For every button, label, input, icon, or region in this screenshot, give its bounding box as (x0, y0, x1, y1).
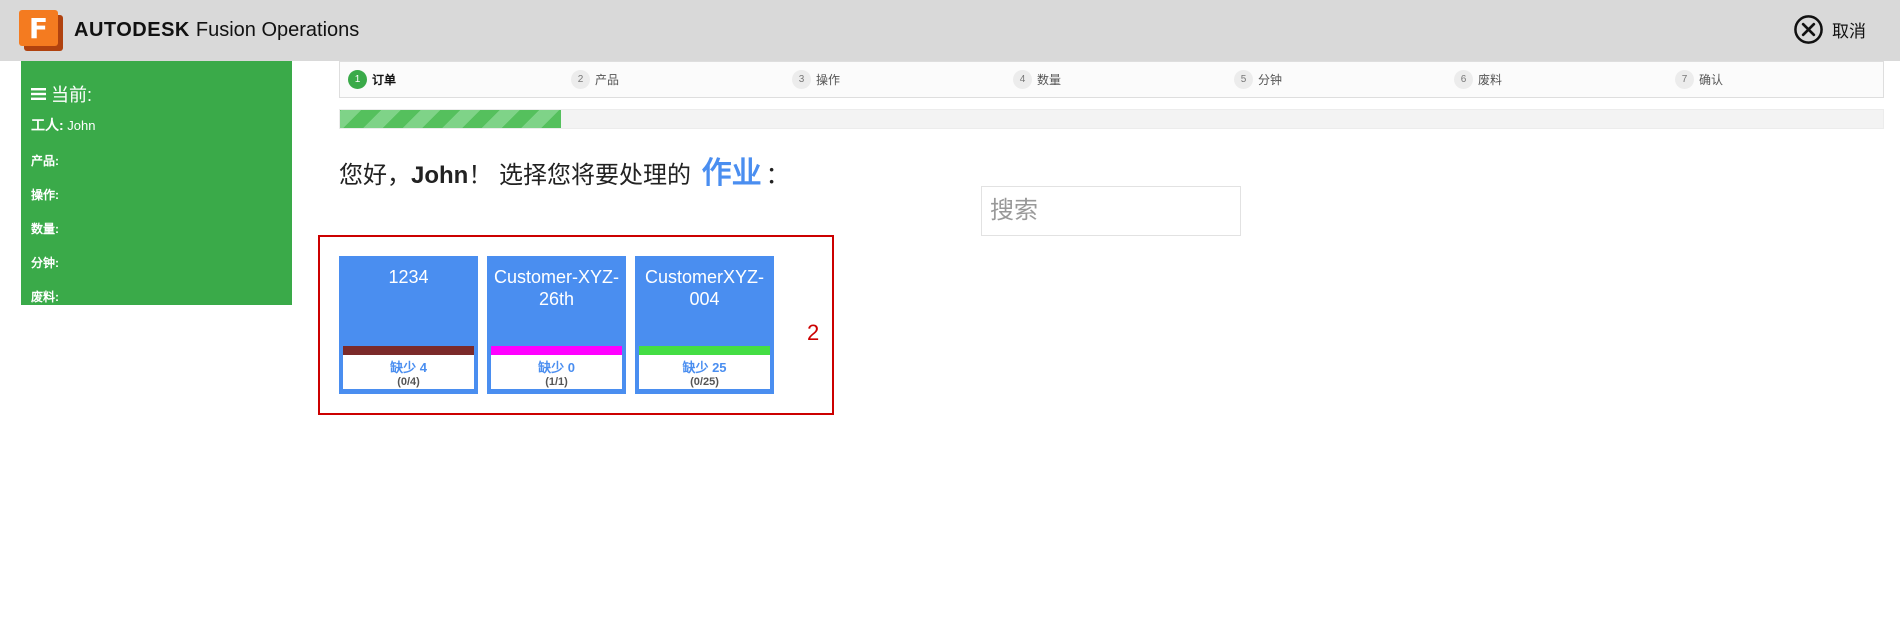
close-circle-icon (1794, 15, 1823, 44)
minutes-field: 分钟: (31, 256, 59, 270)
operation-field: 操作: (31, 188, 59, 202)
worker-row: 工人: John (31, 115, 282, 135)
job-card-footer: 缺少 4 (0/4) (343, 355, 474, 389)
step-product[interactable]: 2 产品 (571, 70, 619, 89)
step-quantity[interactable]: 4 数量 (1013, 70, 1061, 89)
fusion-logo-icon: F (19, 10, 63, 51)
step-number: 2 (571, 70, 590, 89)
progress-fill (340, 110, 561, 128)
search-input[interactable] (981, 186, 1241, 236)
job-card-status-bar (343, 346, 474, 355)
step-label: 产品 (595, 73, 620, 87)
step-label: 数量 (1037, 73, 1062, 87)
job-card-ratio: (0/4) (397, 376, 420, 388)
step-number: 5 (1234, 70, 1253, 89)
job-card-footer: 缺少 0 (1/1) (491, 355, 622, 389)
greeting-text: 您好，John！ 选择您将要处理的 作业： (339, 148, 790, 192)
cancel-label: 取消 (1832, 22, 1866, 41)
step-label: 订单 (372, 73, 397, 87)
greeting-end: ： (765, 162, 790, 189)
step-label: 确认 (1699, 73, 1724, 87)
wizard-steps: 1 订单 2 产品 3 操作 4 数量 5 分钟 6 废料 7 确认 (339, 61, 1884, 98)
menu-icon (31, 88, 46, 100)
step-number: 6 (1454, 70, 1473, 89)
worker-name: John (67, 118, 96, 133)
step-label: 分钟 (1258, 73, 1283, 87)
job-card-footer: 缺少 25 (0/25) (639, 355, 770, 389)
job-card-ratio: (1/1) (545, 376, 568, 388)
step-number: 1 (348, 70, 367, 89)
step-scrap[interactable]: 6 废料 (1454, 70, 1502, 89)
job-card-missing: 缺少 4 (390, 360, 427, 375)
step-number: 3 (792, 70, 811, 89)
step-operation[interactable]: 3 操作 (792, 70, 840, 89)
greeting-name: John (411, 162, 469, 189)
product-name: Fusion Operations (195, 18, 360, 41)
top-bar: F AUTODESK Fusion Operations 取消 (0, 0, 1900, 61)
job-card-missing: 缺少 25 (682, 360, 727, 375)
app-logo: F AUTODESK Fusion Operations (19, 10, 359, 51)
step-order[interactable]: 1 订单 (348, 70, 396, 89)
progress-bar (339, 109, 1884, 129)
panel-title: 当前: (31, 81, 282, 107)
step-number: 4 (1013, 70, 1032, 89)
job-card-status-bar (639, 346, 770, 355)
job-card-missing: 缺少 0 (538, 360, 575, 375)
greeting-job: 作业 (701, 157, 762, 190)
step-minutes[interactable]: 5 分钟 (1234, 70, 1282, 89)
brand-text: AUTODESK Fusion Operations (74, 19, 359, 42)
brand-name: AUTODESK (74, 18, 190, 41)
quantity-field: 数量: (31, 222, 59, 236)
job-card-title: Customer-XYZ-26th (493, 267, 619, 309)
job-card-title: 1234 (388, 267, 429, 287)
panel-title-text: 当前: (51, 85, 93, 105)
job-card-title: CustomerXYZ-004 (644, 267, 765, 309)
job-card-1234[interactable]: 1234 缺少 4 (0/4) (339, 256, 478, 394)
scrap-field: 废料: (31, 290, 59, 304)
step-number: 7 (1675, 70, 1694, 89)
step-label: 操作 (816, 73, 841, 87)
step-confirm[interactable]: 7 确认 (1675, 70, 1723, 89)
cancel-button[interactable]: 取消 (1793, 14, 1866, 45)
greeting-mid: ！ 选择您将要处理的 (468, 162, 691, 189)
current-info-panel: 当前: 工人: John 产品: 操作: 数量: 分钟: 废料: (21, 61, 292, 305)
highlight-label: 2 (807, 320, 820, 345)
job-card-status-bar (491, 346, 622, 355)
greeting-hello: 您好， (339, 162, 411, 189)
job-card-customerxyz-004[interactable]: CustomerXYZ-004 缺少 25 (0/25) (635, 256, 774, 394)
step-label: 废料 (1478, 73, 1503, 87)
product-field: 产品: (31, 154, 59, 168)
job-card-customer-xyz-26th[interactable]: Customer-XYZ-26th 缺少 0 (1/1) (487, 256, 626, 394)
job-card-ratio: (0/25) (690, 376, 719, 388)
worker-label: 工人: (31, 117, 64, 133)
